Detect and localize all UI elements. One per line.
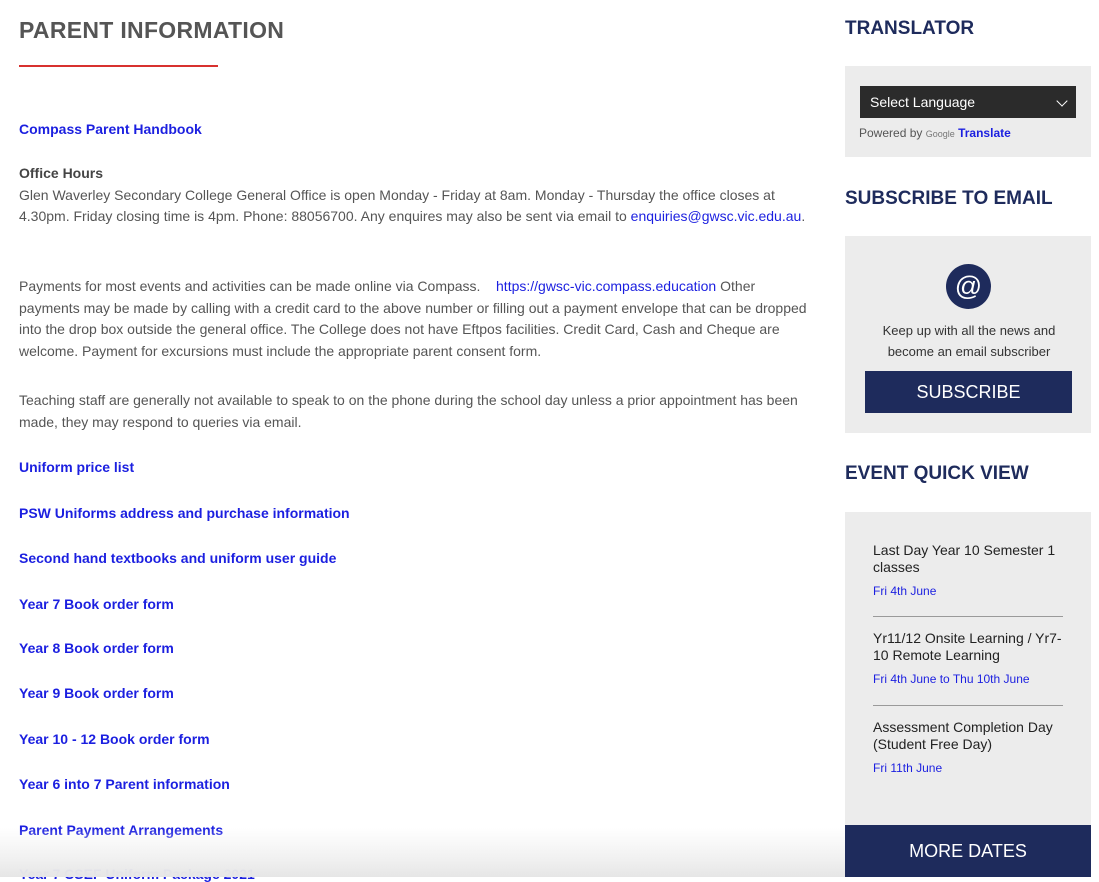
event-title: Yr11/12 Onsite Learning / Yr7-10 Remote … — [873, 630, 1062, 663]
subscribe-heading: SUBSCRIBE TO EMAIL — [845, 188, 1053, 209]
page-title: PARENT INFORMATION — [19, 17, 285, 43]
event-date: Fri 4th June to Thu 10th June — [873, 672, 1030, 686]
year10-12-book-order-link[interactable]: Year 10 - 12 Book order form — [19, 731, 210, 747]
event-divider — [873, 705, 1063, 706]
teaching-staff-text: Teaching staff are generally not availab… — [19, 392, 798, 430]
event-item[interactable]: Yr11/12 Onsite Learning / Yr7-10 Remote … — [873, 630, 1065, 686]
office-hours-section: Office Hours Glen Waverley Secondary Col… — [19, 165, 806, 224]
event-item[interactable]: Assessment Completion Day (Student Free … — [873, 719, 1065, 775]
events-heading: EVENT QUICK VIEW — [845, 463, 1029, 484]
language-select-label: Select Language — [870, 94, 976, 110]
office-email-link[interactable]: enquiries@gwsc.vic.edu.au — [631, 208, 802, 224]
event-date: Fri 4th June — [873, 584, 937, 598]
office-hours-heading: Office Hours — [19, 165, 104, 181]
bottom-fade-overlay — [0, 828, 845, 877]
google-logo: Google — [925, 129, 955, 139]
payments-section: Payments for most events and activities … — [19, 276, 819, 362]
event-item[interactable]: Last Day Year 10 Semester 1 classes Fri … — [873, 542, 1065, 598]
email-at-icon: @ — [946, 264, 991, 309]
subscribe-description: Keep up with all the news and become an … — [882, 323, 1056, 359]
powered-by-google: Powered by Google Translate — [859, 126, 1011, 140]
year8-book-order-link[interactable]: Year 8 Book order form — [19, 640, 174, 656]
event-title: Last Day Year 10 Semester 1 classes — [873, 542, 1056, 575]
year6-into-7-link[interactable]: Year 6 into 7 Parent information — [19, 776, 230, 792]
title-underline — [19, 65, 218, 67]
subscribe-button[interactable]: SUBSCRIBE — [865, 371, 1072, 413]
year9-book-order-link[interactable]: Year 9 Book order form — [19, 685, 174, 701]
psw-uniforms-link[interactable]: PSW Uniforms address and purchase inform… — [19, 505, 350, 521]
year7-book-order-link[interactable]: Year 7 Book order form — [19, 596, 174, 612]
event-title: Assessment Completion Day (Student Free … — [873, 719, 1053, 752]
compass-url-link[interactable]: https://gwsc-vic.compass.education — [496, 278, 716, 294]
translate-link[interactable]: Translate — [958, 126, 1011, 140]
second-hand-textbooks-link[interactable]: Second hand textbooks and uniform user g… — [19, 550, 336, 566]
more-dates-button[interactable]: MORE DATES — [845, 825, 1091, 877]
chevron-down-icon — [1056, 95, 1068, 107]
event-date: Fri 11th June — [873, 761, 943, 775]
uniform-price-list-link[interactable]: Uniform price list — [19, 459, 134, 475]
event-divider — [873, 616, 1063, 617]
payments-intro-text: Payments for most events and activities … — [19, 278, 481, 294]
compass-handbook-link[interactable]: Compass Parent Handbook — [19, 121, 202, 137]
language-select[interactable]: Select Language — [860, 86, 1076, 118]
translator-heading: TRANSLATOR — [845, 18, 975, 39]
